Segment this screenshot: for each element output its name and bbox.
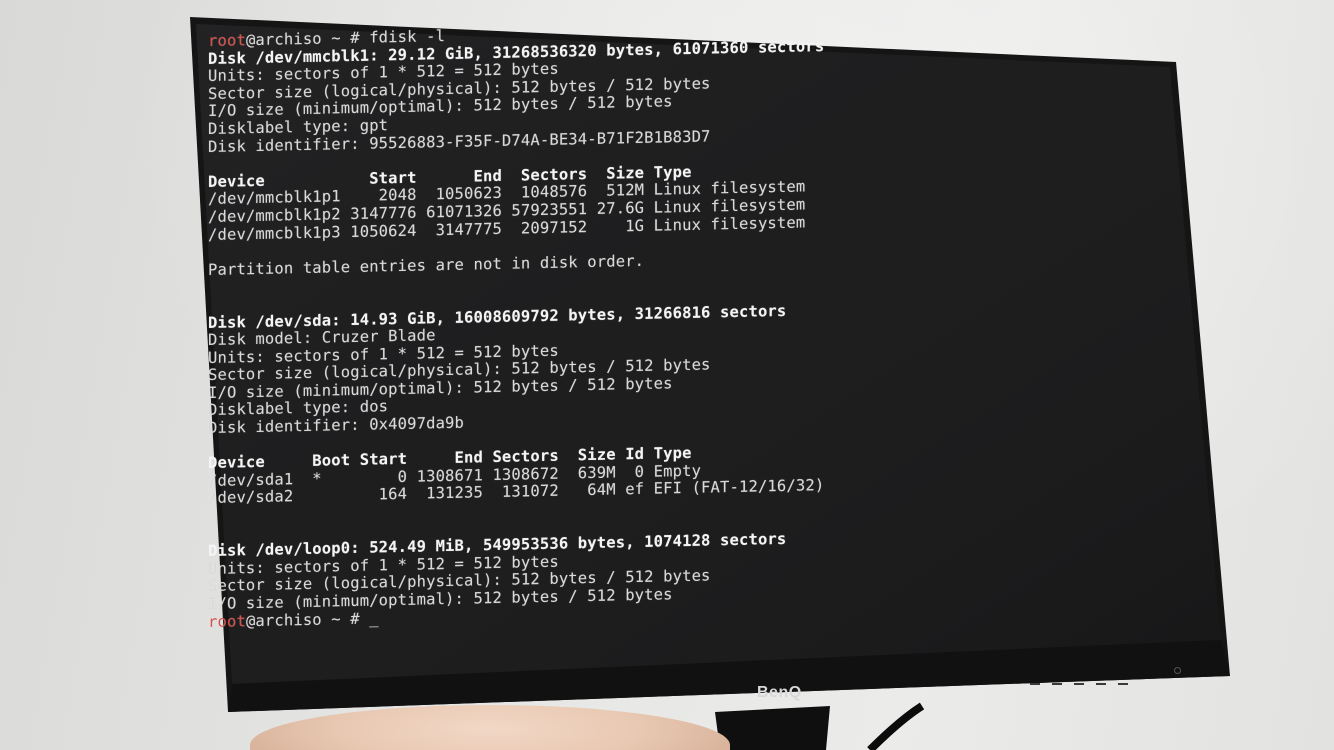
monitor-button[interactable] <box>1030 683 1040 685</box>
brand-logo: BenQ <box>757 684 802 701</box>
monitor-stand <box>715 706 830 750</box>
monitor-cable <box>867 702 925 750</box>
monitor-button[interactable] <box>1096 683 1106 685</box>
monitor-button[interactable] <box>1118 683 1128 685</box>
monitor-button[interactable] <box>1074 683 1084 685</box>
power-button-icon[interactable] <box>1174 667 1181 674</box>
monitor-button[interactable] <box>1052 683 1062 685</box>
monitor: BenQ <box>0 0 1334 750</box>
monitor-bezel <box>190 17 1230 750</box>
